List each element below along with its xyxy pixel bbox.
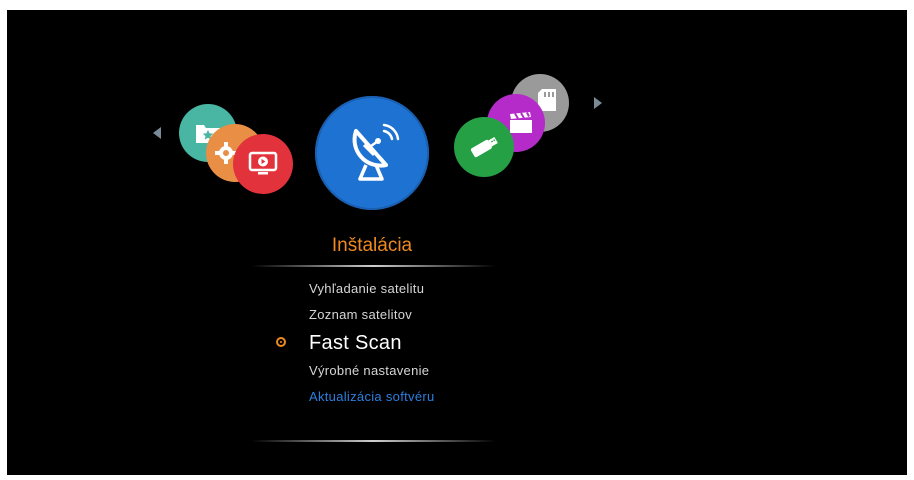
menu-item-satellite-list[interactable]: Zoznam satelitov — [309, 302, 435, 328]
menu-title: Inštalácia — [331, 235, 413, 256]
installation-menu: Vyhľadanie satelitu Zoznam satelitov Fas… — [276, 276, 435, 410]
menu-divider-bottom — [251, 440, 496, 442]
menu-item-fast-scan[interactable]: Fast Scan — [276, 328, 435, 358]
tv-play-icon[interactable] — [233, 134, 293, 194]
satellite-dish-icon[interactable] — [315, 96, 429, 210]
tv-screen: Inštalácia Vyhľadanie satelitu Zoznam sa… — [7, 10, 907, 475]
menu-divider-top — [251, 265, 496, 267]
menu-item-factory-reset[interactable]: Výrobné nastavenie — [309, 358, 435, 384]
menu-item-satellite-search[interactable]: Vyhľadanie satelitu — [309, 276, 435, 302]
usb-icon[interactable] — [454, 117, 514, 177]
carousel-right-arrow-icon[interactable] — [594, 97, 602, 109]
selected-indicator-icon — [276, 337, 286, 347]
carousel-left-arrow-icon[interactable] — [153, 127, 161, 139]
menu-item-software-update[interactable]: Aktualizácia softvéru — [309, 384, 435, 410]
